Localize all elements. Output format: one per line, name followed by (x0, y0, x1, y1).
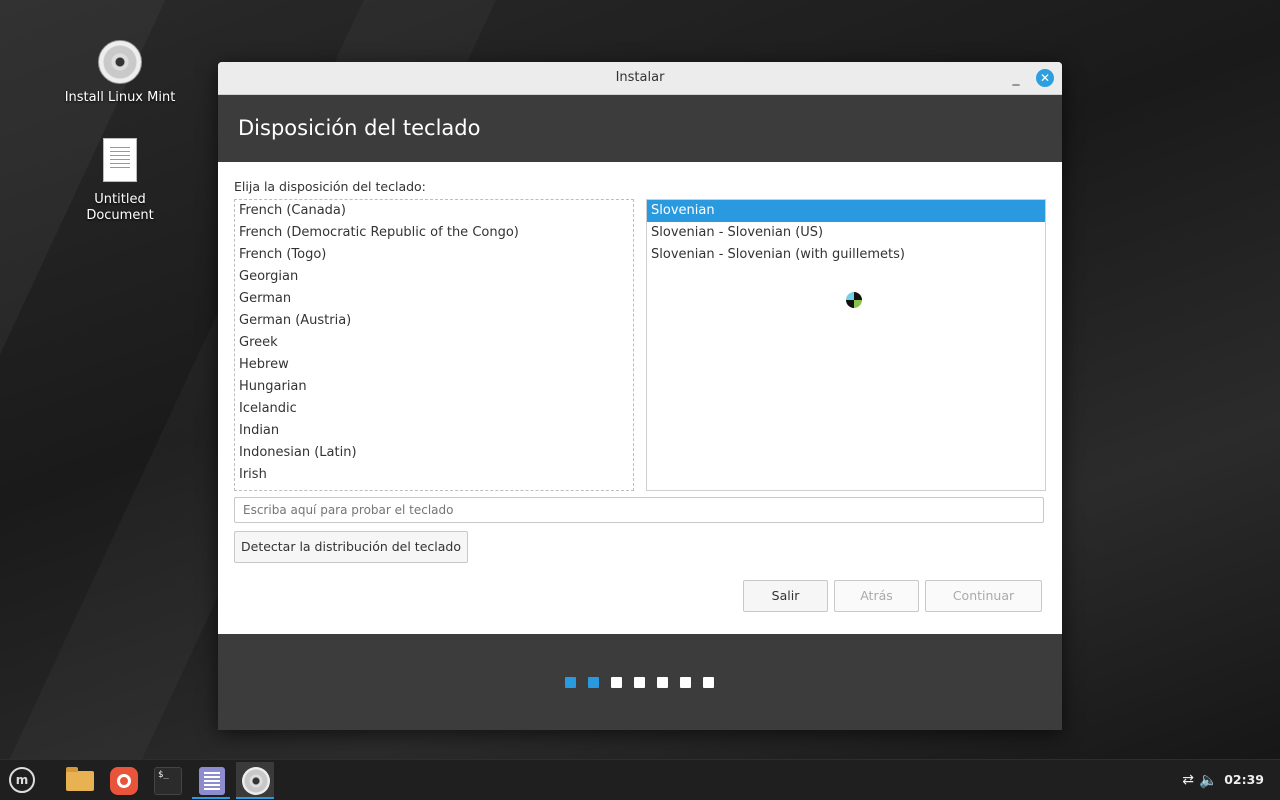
layout-list-item[interactable]: Indian (235, 420, 633, 442)
desktop-icon-untitled-document[interactable]: Untitled Document (60, 138, 180, 224)
layout-list-item[interactable]: Irish (235, 464, 633, 486)
page-title: Disposición del teclado (218, 95, 1062, 162)
variant-list-item[interactable]: Slovenian - Slovenian (US) (647, 222, 1045, 244)
layout-list-item[interactable]: Hungarian (235, 376, 633, 398)
folder-icon (66, 767, 94, 791)
layout-list[interactable]: French (Canada) French (Democratic Republ… (234, 199, 634, 491)
layout-list-item[interactable]: French (Canada) (235, 200, 633, 222)
progress-step-dot (657, 677, 668, 688)
layout-list-item[interactable]: German (Austria) (235, 310, 633, 332)
progress-step-dot (588, 677, 599, 688)
disc-icon (98, 40, 142, 84)
network-disconnected-icon[interactable]: ⇄ (1182, 772, 1194, 788)
busy-cursor-icon (845, 291, 863, 309)
layout-list-item[interactable]: Hebrew (235, 354, 633, 376)
progress-step-dot (634, 677, 645, 688)
layout-list-item[interactable]: Georgian (235, 266, 633, 288)
close-button[interactable]: ✕ (1036, 69, 1054, 87)
terminal-launcher[interactable]: $_ (148, 762, 186, 799)
variant-list[interactable]: Slovenian Slovenian - Slovenian (US) Slove… (646, 199, 1046, 491)
variant-list-item[interactable]: Slovenian - Slovenian (with guillemets) (647, 244, 1045, 266)
linux-mint-logo-icon: m (9, 767, 35, 793)
installer-window: Instalar _ ✕ Disposición del teclado Eli… (218, 62, 1062, 730)
firefox-icon (110, 767, 138, 795)
text-editor-icon (199, 767, 225, 795)
variant-list-item[interactable]: Slovenian (647, 200, 1045, 222)
document-icon (103, 138, 137, 182)
quit-button[interactable]: Salir (743, 580, 828, 612)
installer-taskbar-button[interactable] (236, 762, 274, 799)
desktop-icon-label: Untitled Document (86, 192, 154, 223)
content-area: Elija la disposición del teclado: French… (218, 162, 1062, 634)
menu-button[interactable]: m (2, 762, 40, 799)
terminal-icon: $_ (154, 767, 182, 795)
keyboard-test-input[interactable] (234, 497, 1044, 523)
firefox-launcher[interactable] (104, 762, 142, 799)
disc-icon (242, 767, 270, 795)
detect-layout-button[interactable]: Detectar la distribución del teclado (234, 531, 468, 563)
text-editor-launcher[interactable] (192, 762, 230, 799)
layout-list-item[interactable]: Icelandic (235, 398, 633, 420)
progress-dots (565, 677, 714, 688)
progress-step-dot (680, 677, 691, 688)
layout-list-item[interactable]: German (235, 288, 633, 310)
desktop-icon-label: Install Linux Mint (64, 90, 176, 105)
volume-icon[interactable]: 🔈 (1199, 771, 1218, 789)
layout-prompt: Elija la disposición del teclado: (234, 179, 426, 194)
layout-list-item[interactable]: French (Democratic Republic of the Congo… (235, 222, 633, 244)
progress-footer (218, 634, 1062, 730)
progress-step-dot (703, 677, 714, 688)
layout-list-item[interactable]: French (Togo) (235, 244, 633, 266)
files-launcher[interactable] (60, 762, 98, 799)
window-title: Instalar (615, 70, 665, 85)
title-bar[interactable]: Instalar _ ✕ (218, 62, 1062, 95)
back-button[interactable]: Atrás (834, 580, 919, 612)
taskbar: m $_ ⇄ 🔈 02:39 (0, 759, 1280, 800)
minimize-button[interactable]: _ (1008, 62, 1024, 94)
desktop-icon-install-linux-mint[interactable]: Install Linux Mint (60, 40, 180, 106)
layout-list-item[interactable]: Indonesian (Latin) (235, 442, 633, 464)
progress-step-dot (565, 677, 576, 688)
continue-button[interactable]: Continuar (925, 580, 1042, 612)
layout-list-item[interactable]: Greek (235, 332, 633, 354)
clock[interactable]: 02:39 (1224, 772, 1264, 787)
progress-step-dot (611, 677, 622, 688)
